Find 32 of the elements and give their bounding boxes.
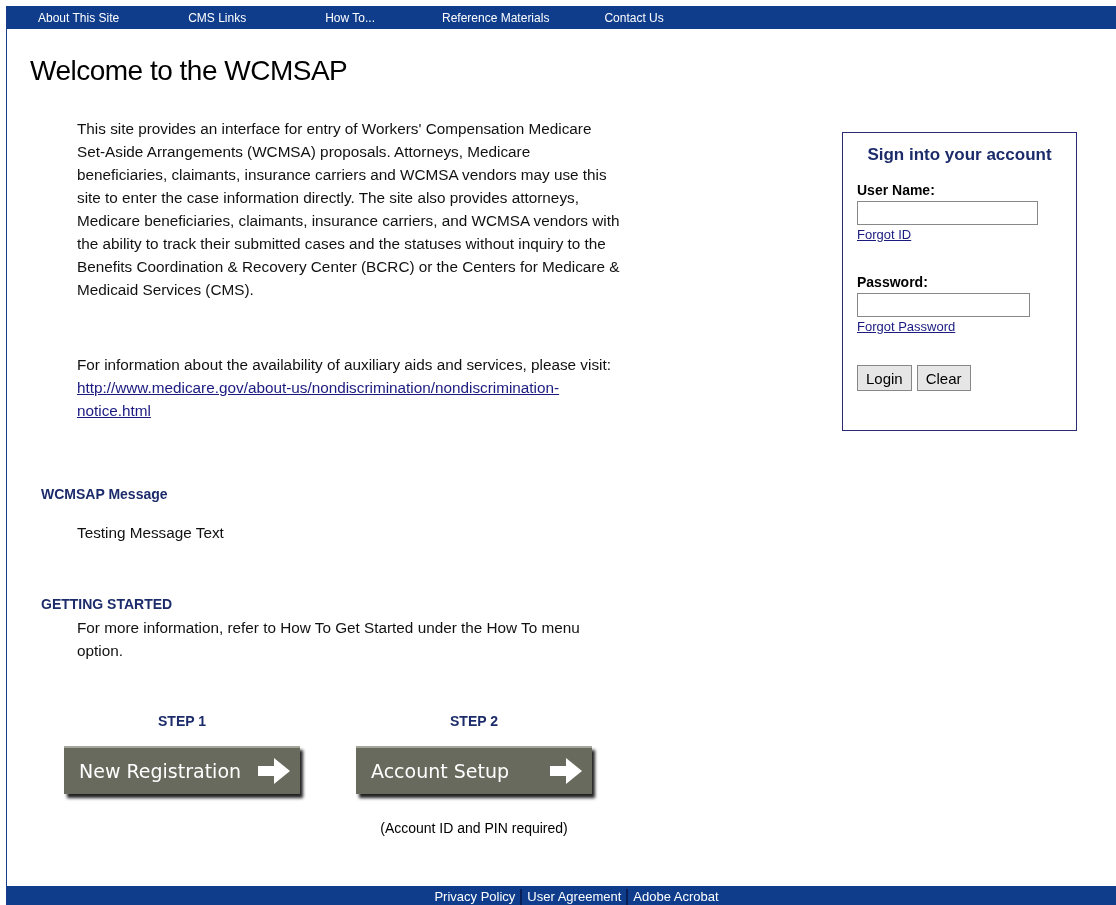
arrow-icon (550, 758, 582, 784)
forgot-password-link[interactable]: Forgot Password (857, 319, 956, 334)
nav-link[interactable]: Reference Materials (442, 10, 550, 25)
nav-link[interactable]: Contact Us (604, 10, 664, 25)
step-note: (Account ID and PIN required) (380, 820, 568, 836)
nav-link[interactable]: How To... (325, 10, 375, 25)
page-title: Welcome to the WCMSAP (30, 55, 349, 87)
notice-link[interactable]: http://www.medicare.gov/about-us/nondiscrimination/nondiscrimination-notice.html (77, 376, 577, 422)
getting-started-text: For more information, refer to How To Get Started under the How To menu option. (77, 618, 581, 661)
field-label: Password: (857, 273, 929, 291)
step-button[interactable]: Account Setup (356, 746, 592, 794)
footer-link[interactable]: Privacy Policy (429, 889, 521, 905)
password-field[interactable] (857, 293, 1030, 317)
form-button[interactable]: Login (857, 365, 912, 391)
form-button[interactable]: Clear (916, 365, 971, 391)
user-name-field[interactable] (857, 201, 1038, 225)
login-title: Sign into your account (866, 145, 1053, 165)
arrow-icon (258, 758, 290, 784)
aids-text: For information about the availability of auxiliary aids and services, please visit: (77, 355, 612, 375)
step-button[interactable]: New Registration (64, 746, 300, 794)
intro-paragraph: This site provides an interface for entry of Workers' Compensation Medicare Set-Aside Arrangements (WCMSA) proposals. Attorneys, Medicare beneficiaries, claimants, insurance carriers and WCMSA vendors may use this site to enter the case information directly. The site also provides attorneys, Medicare beneficiaries, claimants, insurance carriers, and WCMSA vendors with the ability to track their submitted cases and the statuses without inquiry to the Benefits Coordination & Recovery Center (BCRC) or the Centers for Medicare & Medicaid Services (CMS). (77, 119, 621, 300)
footer-link[interactable]: User Agreement (520, 889, 627, 905)
forgot-id-link[interactable]: Forgot ID (857, 227, 912, 242)
step-label: STEP 1 (158, 712, 206, 730)
section-heading: WCMSAP Message (41, 485, 169, 504)
message-text: Testing Message Text (77, 523, 225, 543)
footer-link[interactable]: Adobe Acrobat (626, 889, 724, 905)
nav-link[interactable]: About This Site (38, 10, 120, 25)
nav-link[interactable]: CMS Links (188, 10, 247, 25)
step-label: STEP 2 (450, 712, 498, 730)
field-label: User Name: (857, 181, 936, 199)
section-heading: GETTING STARTED (41, 595, 174, 614)
